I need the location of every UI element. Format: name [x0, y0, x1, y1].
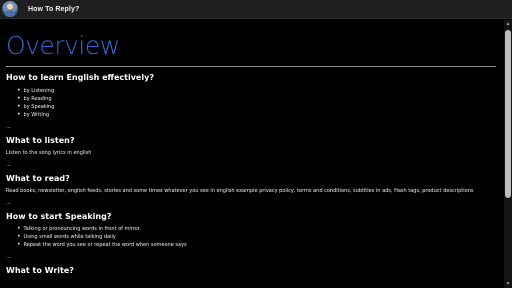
method-list: by Listening by Reading by Speaking by W…	[17, 87, 500, 119]
section-speaking: How to start Speaking? Talking or pronou…	[6, 211, 500, 261]
list-item: by Reading	[17, 95, 500, 103]
list-item: Using small words while talking daily	[17, 233, 500, 241]
section-listen: What to listen? Listen to the song lyric…	[6, 135, 500, 169]
page-title: Overview	[6, 31, 120, 60]
separator: ...	[6, 124, 11, 130]
separator: ...	[6, 162, 11, 168]
section-title: What to listen?	[6, 136, 75, 145]
scroll-up-icon[interactable]: ▲	[505, 21, 511, 27]
list-item: by Speaking	[17, 103, 500, 111]
section-text: Listen to the song lyrics in english	[6, 150, 92, 156]
title-bar: How To Reply?	[0, 0, 512, 19]
separator: ...	[6, 254, 11, 260]
section-write: What to Write?	[6, 265, 500, 276]
section-title: How to start Speaking?	[6, 212, 112, 221]
separator: ...	[6, 200, 11, 206]
section-read: What to read? Read books, newsletter, en…	[6, 173, 500, 207]
list-item: Talking or pronouncing words in front of…	[17, 225, 500, 233]
window-title: How To Reply?	[28, 5, 80, 13]
document-content[interactable]: Overview How to learn English effectivel…	[0, 20, 504, 288]
scrollbar-thumb[interactable]	[505, 30, 511, 198]
section-learn: How to learn English effectively? by Lis…	[6, 72, 500, 131]
list-item: by Listening	[17, 87, 500, 95]
vertical-scrollbar[interactable]: ▲ ▼	[504, 20, 512, 288]
section-text: Read books, newsletter, english feeds, s…	[6, 188, 474, 194]
list-item: by Writing	[17, 111, 500, 119]
scroll-down-icon[interactable]: ▼	[505, 281, 511, 287]
section-title: What to Write?	[6, 266, 74, 275]
speaking-list: Talking or pronouncing words in front of…	[17, 225, 500, 249]
section-title: What to read?	[6, 174, 70, 183]
section-title: How to learn English effectively?	[6, 73, 154, 82]
avatar-icon[interactable]	[2, 1, 18, 17]
list-item: Repeat the word you see or repeat the wo…	[17, 241, 500, 249]
heading-divider	[6, 66, 496, 67]
